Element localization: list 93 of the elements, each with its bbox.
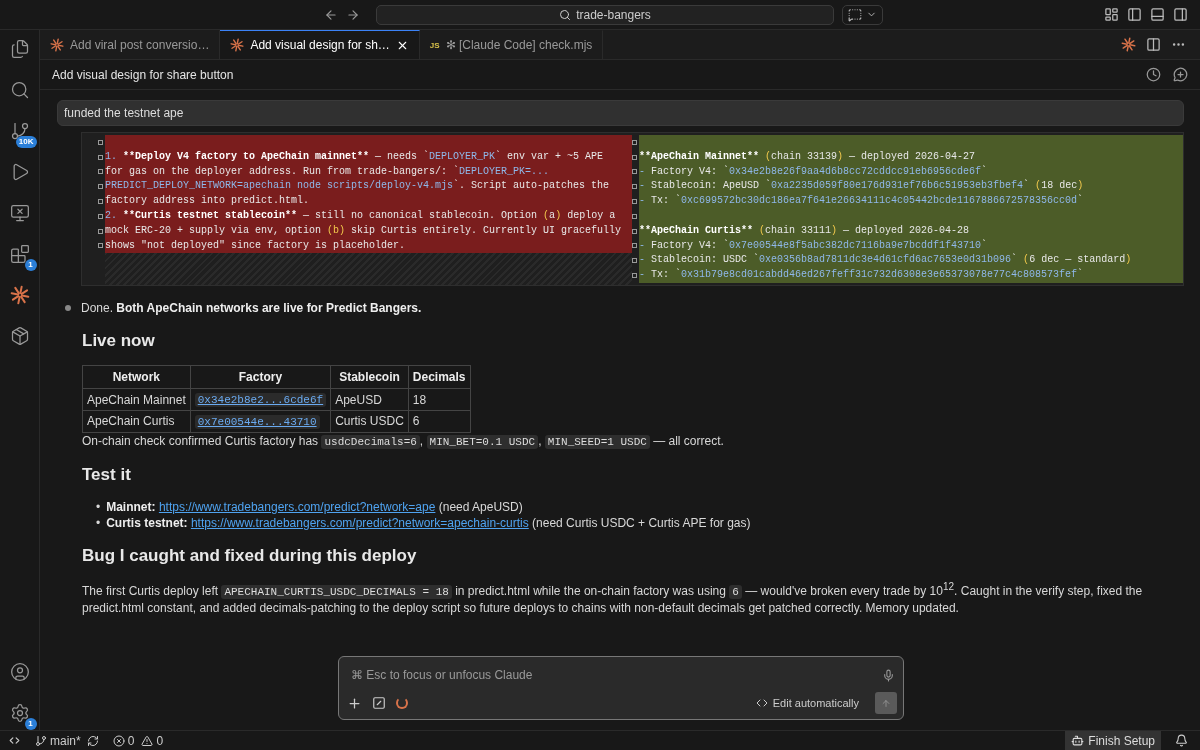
branch-status[interactable]: main* (35, 733, 81, 748)
address-link[interactable]: 0x34e2b8e2...6cde6f (194, 393, 327, 408)
gutter-marker-icon (632, 184, 637, 190)
add-icon[interactable] (347, 695, 362, 711)
split-icon[interactable] (1146, 37, 1161, 52)
bullet: • (96, 515, 101, 530)
gutter-marker-icon (632, 213, 637, 219)
gutter-marker-icon (632, 154, 637, 160)
bullet: • (96, 499, 101, 514)
count-badge: 10K (15, 136, 37, 148)
table-cell: ApeChain Mainnet (82, 388, 191, 411)
url-link[interactable]: https://www.tradebangers.com/predict?network=apechain-curtis (190, 515, 529, 530)
gutter-marker-icon (98, 243, 103, 249)
gutter-marker-icon (98, 213, 103, 219)
gutter-marker-icon (98, 139, 103, 145)
section-heading: Live now (82, 330, 156, 353)
chat-icon (848, 7, 862, 22)
history-icon[interactable] (1146, 67, 1161, 82)
paragraph: On-chain check confirmed Curtis factory has usdcDecimals=6 , MIN_BET=0.1 USDC , MIN_SEED=1 USDC — all correct. (82, 433, 725, 450)
chat-input[interactable]: ⌘ Esc to focus or unfocus Claude Edit automatically (338, 656, 904, 720)
forward-icon[interactable] (346, 7, 360, 22)
slash-command-icon[interactable] (372, 696, 386, 710)
box-icon[interactable] (9, 326, 30, 346)
mic-icon[interactable] (882, 668, 895, 682)
item-label: Curtis testnet: (106, 515, 188, 530)
problems-status[interactable]: 0 0 (112, 733, 164, 748)
panel-bottom-icon[interactable] (1150, 7, 1165, 22)
paragraph: The first Curtis deploy left APECHAIN_CURTIS_USDC_DECIMALS = 18 in predict.html while the on-chain factory was using 6 — would've broken every trade by 10$^{12}$. Caught in the verify step, fixed the predict.html constant, and added decimals-patching to the deploy script so future deploys to chains with non-default decimals get patched correctly. Memory updated. (82, 580, 1144, 617)
settings-icon[interactable] (9, 703, 30, 723)
address-link[interactable]: 0x7e00544e...43710 (194, 415, 320, 430)
gutter-marker-icon (98, 154, 103, 160)
spinner-icon (396, 697, 408, 709)
gutter-marker-icon (98, 228, 103, 234)
count-badge: 1 (24, 259, 37, 271)
item-note: (need ApeUSD) (438, 499, 523, 514)
table-cell: 6 (408, 410, 471, 433)
conversation-title: Add visual design for share button (52, 67, 234, 82)
section-heading: Bug I caught and fixed during this deploy (82, 545, 418, 568)
sync-icon[interactable] (86, 734, 99, 747)
gutter-marker-icon (98, 199, 103, 205)
gutter-marker-icon (632, 199, 637, 205)
layout-icon[interactable] (1104, 7, 1119, 22)
search-icon[interactable] (9, 80, 30, 100)
finish-setup-button[interactable]: Finish Setup (1065, 731, 1161, 750)
gutter-marker-icon (98, 169, 103, 175)
panel-left-icon[interactable] (1127, 7, 1142, 22)
chat-button[interactable] (842, 4, 883, 25)
url-link[interactable]: https://www.tradebangers.com/predict?network=ape (158, 499, 436, 514)
table-cell: 18 (408, 388, 471, 411)
files-icon[interactable] (9, 39, 30, 59)
sparkle-icon (50, 38, 64, 52)
mode-button[interactable]: Edit automatically (749, 696, 865, 710)
item-note: (need Curtis USDC + Curtis APE for gas) (532, 515, 751, 530)
monitor-icon[interactable] (9, 203, 30, 223)
gutter-marker-icon (632, 243, 637, 249)
editor-tab[interactable]: JS ✻ [Claude Code] check.mjs (419, 30, 604, 59)
table-cell: ApeUSD (330, 388, 409, 411)
gutter-marker-icon (632, 258, 637, 264)
count-badge: 1 (24, 718, 37, 730)
sparkle-icon (9, 285, 30, 305)
warning-icon (141, 734, 154, 747)
code-icon (755, 697, 768, 709)
column-header: Stablecoin (330, 365, 409, 389)
branch-icon (35, 734, 47, 747)
account-icon[interactable] (9, 662, 30, 682)
gutter-marker-icon (632, 228, 637, 234)
robot-icon (1071, 734, 1085, 747)
gutter-marker-icon (632, 273, 637, 279)
editor-tab[interactable]: Add visual design for sh… (220, 30, 420, 59)
error-icon (112, 734, 125, 747)
column-header: Network (82, 365, 191, 389)
gutter-marker-icon (98, 184, 103, 190)
new-chat-icon[interactable] (1173, 67, 1188, 82)
bell-icon[interactable] (1175, 734, 1188, 747)
extensions-icon[interactable] (9, 244, 30, 264)
user-message: funded the testnet ape (57, 100, 1184, 126)
branch-icon[interactable] (9, 121, 30, 141)
column-header: Decimals (408, 365, 471, 389)
remote-icon[interactable] (8, 734, 21, 747)
gutter-marker-icon (632, 139, 637, 145)
summary-text: Done. Both ApeChain networks are live for Predict Bangers. (81, 300, 422, 317)
back-icon[interactable] (324, 7, 338, 22)
sparkle-icon (230, 38, 245, 52)
table-cell: Curtis USDC (330, 410, 409, 433)
item-label: Mainnet: (106, 499, 156, 514)
column-header: Factory (190, 365, 331, 389)
section-heading: Test it (82, 463, 132, 486)
table-cell: ApeChain Curtis (82, 410, 191, 433)
command-search-field[interactable]: trade-bangers (376, 4, 834, 25)
gutter-marker-icon (632, 169, 637, 175)
search-icon (559, 8, 572, 21)
sparkle-icon (1121, 37, 1136, 52)
panel-right-icon[interactable] (1173, 7, 1188, 22)
